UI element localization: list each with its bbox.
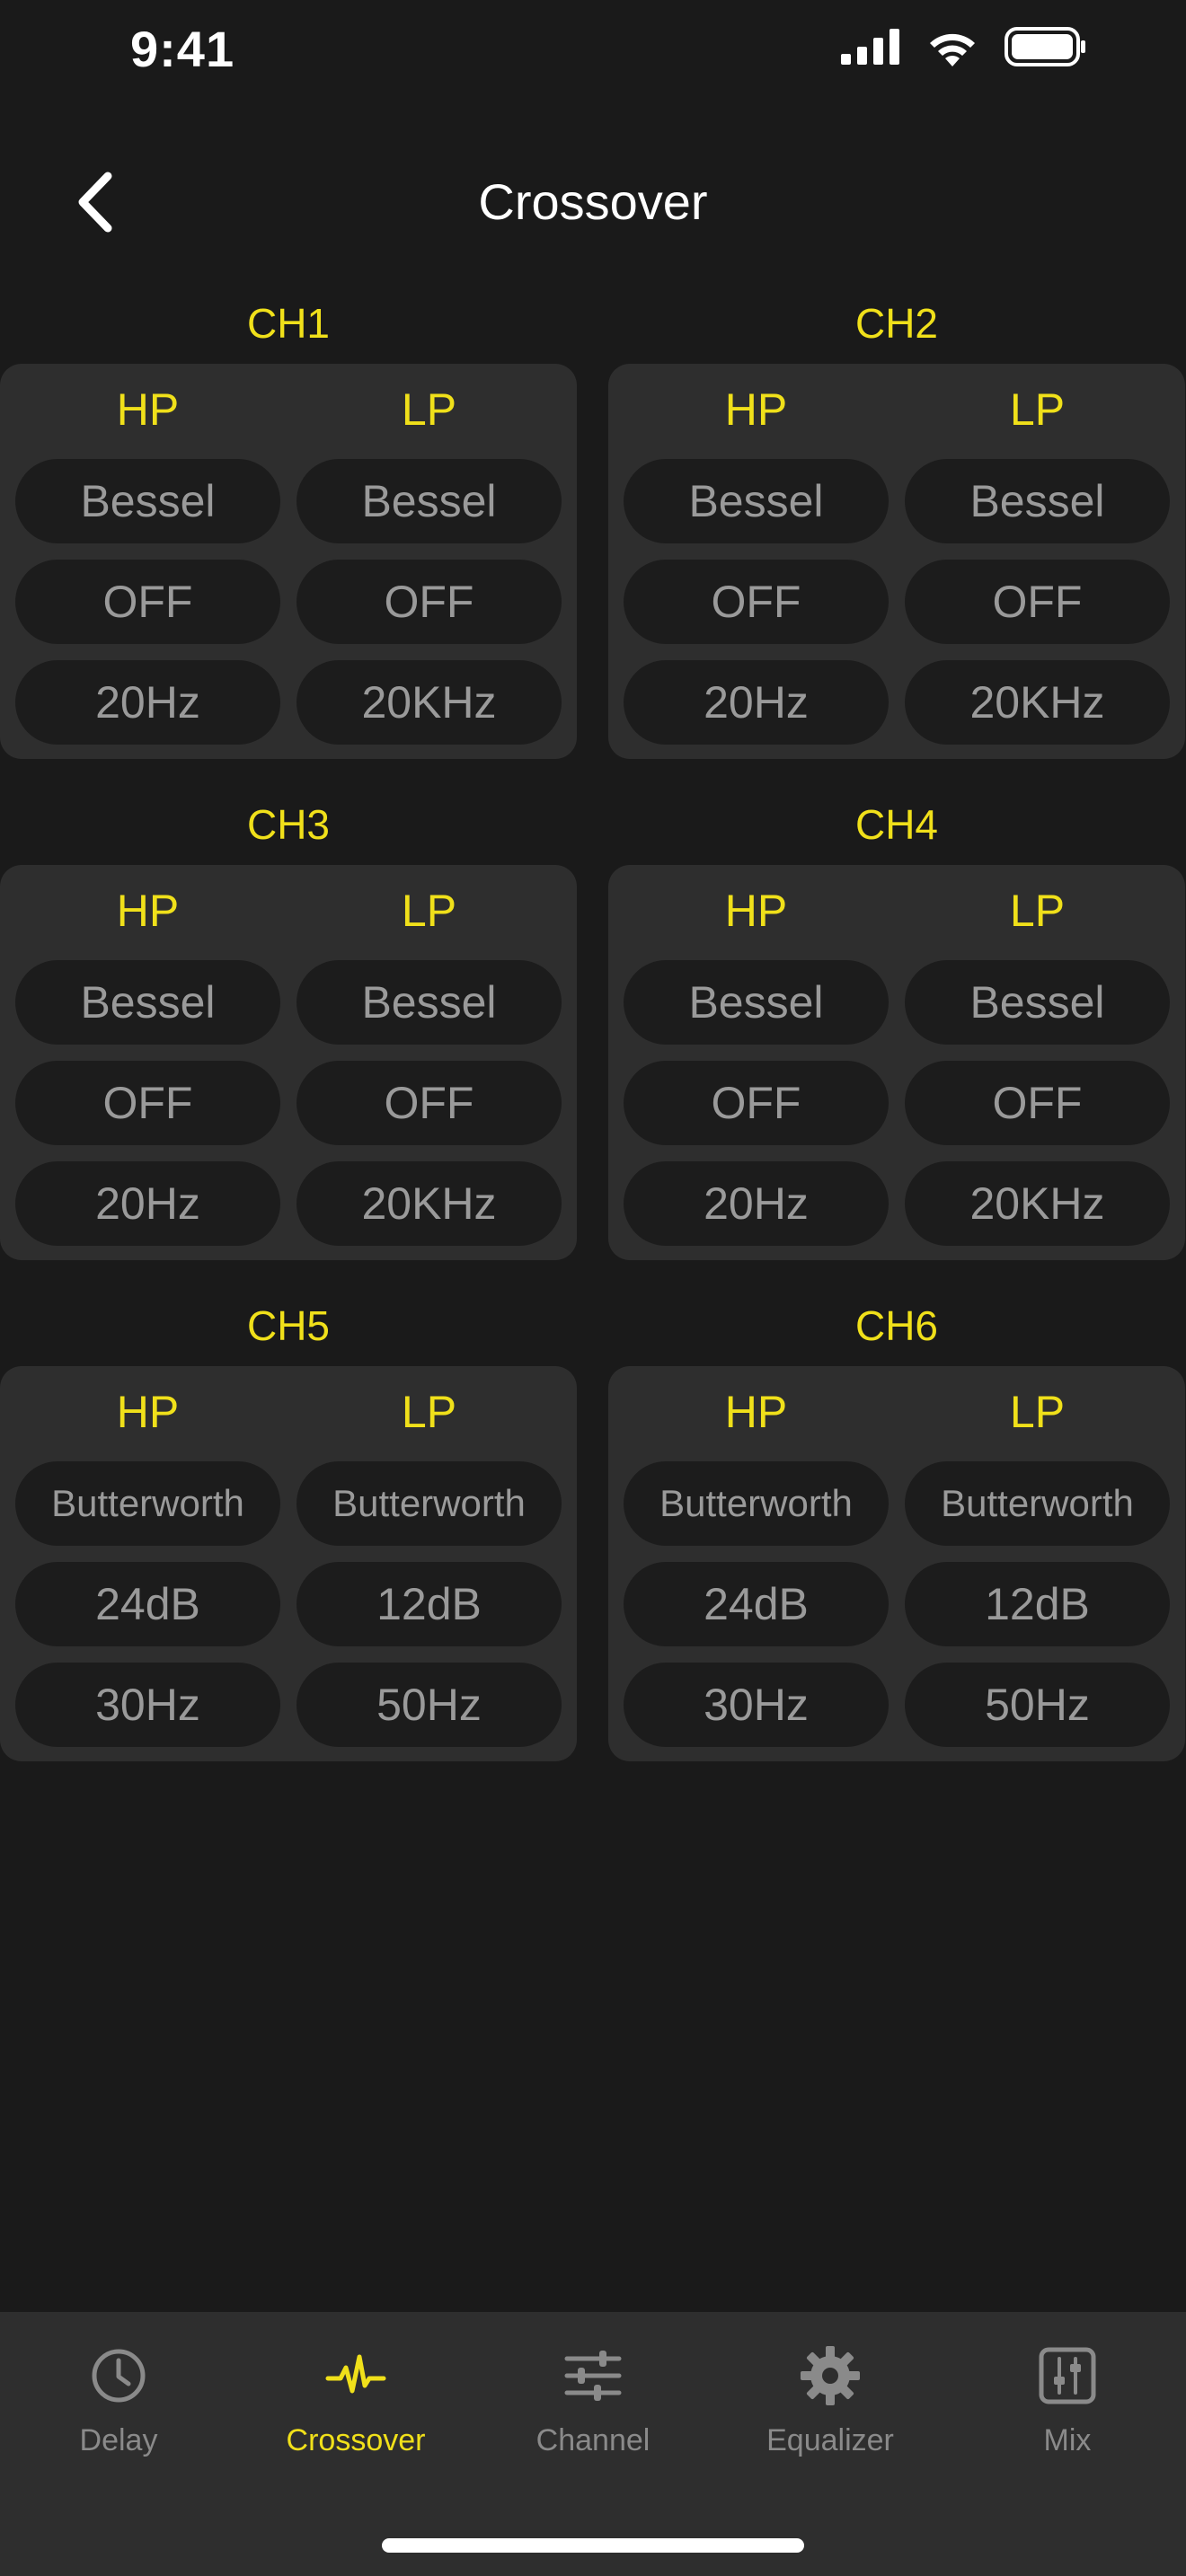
channel-panel: HP LP Bessel Bessel OFF OFF 20Hz 20KHz	[0, 865, 577, 1260]
hp-slope-button[interactable]: 24dB	[15, 1562, 280, 1646]
lp-frequency-button[interactable]: 50Hz	[296, 1663, 562, 1747]
app-screen: 9:41 Crossover CH1 HP LP Bessel Bessel O…	[0, 0, 1186, 2576]
wifi-icon	[930, 33, 975, 66]
lp-label: LP	[401, 886, 457, 936]
clock-icon	[92, 2349, 146, 2403]
lp-slope-button[interactable]: OFF	[296, 1061, 562, 1145]
lp-frequency-button[interactable]: 20KHz	[296, 1161, 562, 1246]
nav-bar: Crossover	[0, 144, 1186, 260]
hp-filter-type-button[interactable]: Bessel	[15, 459, 280, 543]
lp-filter-type-button[interactable]: Bessel	[296, 960, 562, 1045]
lp-label: LP	[1009, 886, 1066, 936]
lp-frequency-button[interactable]: 20KHz	[296, 660, 562, 745]
channel-panel: HP LP Bessel Bessel OFF OFF 20Hz 20KHz	[608, 865, 1185, 1260]
channel-title: CH1	[246, 300, 331, 347]
hp-filter-type-button[interactable]: Bessel	[624, 960, 889, 1045]
tab-mix[interactable]: Mix	[949, 2339, 1186, 2483]
lp-filter-type-button[interactable]: Bessel	[296, 459, 562, 543]
lp-slope-button[interactable]: OFF	[905, 1061, 1170, 1145]
lp-frequency-button[interactable]: 20KHz	[905, 1161, 1170, 1246]
mixer-icon	[1039, 2347, 1096, 2404]
channel-panel: HP LP Bessel Bessel OFF OFF 20Hz 20KHz	[0, 364, 577, 759]
lp-filter-type-button[interactable]: Butterworth	[905, 1461, 1170, 1546]
hp-filter-type-button[interactable]: Bessel	[624, 459, 889, 543]
hp-slope-button[interactable]: OFF	[15, 560, 280, 644]
hp-filter-type-button[interactable]: Butterworth	[15, 1461, 280, 1546]
channel-title: CH4	[854, 801, 939, 848]
channel-panel: HP LP Bessel Bessel OFF OFF 20Hz 20KHz	[608, 364, 1185, 759]
lp-slope-button[interactable]: OFF	[296, 560, 562, 644]
hp-label: HP	[724, 384, 788, 435]
tab-label: Delay	[79, 2423, 158, 2457]
page-title: Crossover	[478, 173, 708, 230]
lp-slope-button[interactable]: 12dB	[296, 1562, 562, 1646]
tab-label: Channel	[535, 2423, 651, 2457]
hp-label: HP	[116, 1387, 180, 1437]
lp-label: LP	[1009, 1387, 1066, 1437]
tab-equalizer[interactable]: Equalizer	[712, 2339, 949, 2483]
status-bar: 9:41	[0, 0, 1186, 99]
lp-filter-type-button[interactable]: Bessel	[905, 459, 1170, 543]
home-indicator	[382, 2538, 804, 2553]
status-time: 9:41	[130, 21, 235, 77]
hp-frequency-button[interactable]: 30Hz	[15, 1663, 280, 1747]
channel-panel: HP LP Butterworth Butterworth 24dB 12dB …	[0, 1366, 577, 1761]
lp-label: LP	[401, 384, 457, 435]
tab-channel[interactable]: Channel	[474, 2339, 712, 2483]
hp-label: HP	[116, 886, 180, 936]
tab-label: Equalizer	[766, 2423, 894, 2457]
channel-title: CH5	[246, 1302, 331, 1349]
channel-panel: HP LP Butterworth Butterworth 24dB 12dB …	[608, 1366, 1185, 1761]
lp-slope-button[interactable]: OFF	[905, 560, 1170, 644]
status-icons	[841, 27, 1087, 66]
hp-frequency-button[interactable]: 20Hz	[624, 1161, 889, 1246]
lp-label: LP	[1009, 384, 1066, 435]
hp-frequency-button[interactable]: 20Hz	[15, 1161, 280, 1246]
hp-label: HP	[724, 886, 788, 936]
tab-label: Crossover	[286, 2423, 426, 2457]
hp-filter-type-button[interactable]: Bessel	[15, 960, 280, 1045]
battery-icon	[1005, 27, 1085, 66]
lp-frequency-button[interactable]: 20KHz	[905, 660, 1170, 745]
hp-slope-button[interactable]: OFF	[624, 560, 889, 644]
waveform-icon	[325, 2354, 386, 2394]
hp-frequency-button[interactable]: 20Hz	[624, 660, 889, 745]
tab-delay[interactable]: Delay	[0, 2339, 237, 2483]
cellular-signal-icon	[841, 29, 899, 65]
hp-slope-button[interactable]: OFF	[624, 1061, 889, 1145]
hp-frequency-button[interactable]: 20Hz	[15, 660, 280, 745]
hp-slope-button[interactable]: 24dB	[624, 1562, 889, 1646]
lp-label: LP	[401, 1387, 457, 1437]
tab-label: Mix	[1043, 2423, 1092, 2457]
hp-filter-type-button[interactable]: Butterworth	[624, 1461, 889, 1546]
tab-crossover[interactable]: Crossover	[237, 2339, 474, 2483]
tab-bar: Delay Crossover Channel Equalizer Mix	[0, 2312, 1186, 2576]
hp-label: HP	[724, 1387, 788, 1437]
lp-slope-button[interactable]: 12dB	[905, 1562, 1170, 1646]
hp-slope-button[interactable]: OFF	[15, 1061, 280, 1145]
gear-icon	[801, 2346, 860, 2405]
lp-filter-type-button[interactable]: Butterworth	[296, 1461, 562, 1546]
channel-title: CH2	[854, 300, 939, 347]
channel-title: CH6	[854, 1302, 939, 1349]
lp-frequency-button[interactable]: 50Hz	[905, 1663, 1170, 1747]
lp-filter-type-button[interactable]: Bessel	[905, 960, 1170, 1045]
hp-frequency-button[interactable]: 30Hz	[624, 1663, 889, 1747]
sliders-icon	[564, 2351, 622, 2401]
channel-title: CH3	[246, 801, 331, 848]
hp-label: HP	[116, 384, 180, 435]
